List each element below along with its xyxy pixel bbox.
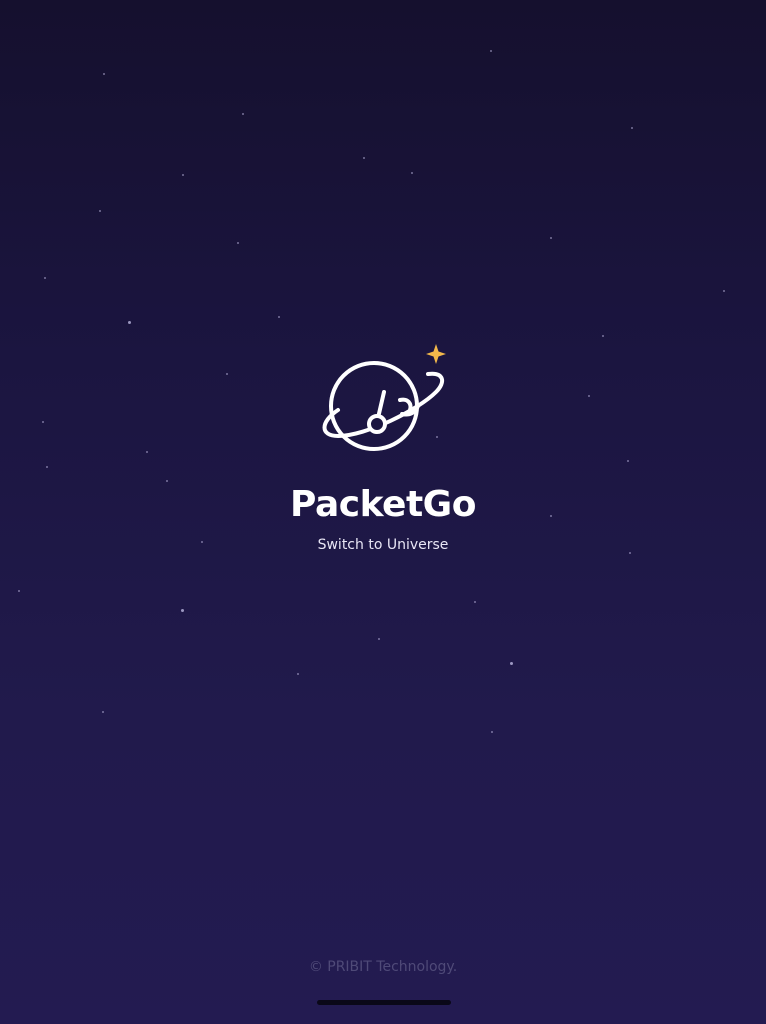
star [42,421,44,423]
star [588,395,590,397]
copyright-text: © PRIBIT Technology. [308,959,458,975]
star [242,113,244,115]
star [411,172,413,174]
star [44,277,46,279]
star [102,711,104,713]
sparkle-star-icon [426,344,446,364]
star [378,638,380,640]
app-title: PacketGo [290,484,476,525]
star [550,237,552,239]
star [237,242,239,244]
star [103,73,105,75]
star [631,127,633,129]
star [510,662,513,665]
home-indicator[interactable] [317,1000,451,1005]
star [99,210,101,212]
planet-with-ring-icon [322,344,446,451]
star [226,373,228,375]
star [363,157,365,159]
star [128,321,131,324]
star [490,50,492,52]
star [46,466,48,468]
star [182,174,184,176]
star [166,480,168,482]
app-tagline: Switch to Universe [317,537,449,553]
star [602,335,604,337]
star [181,609,184,612]
star [146,451,148,453]
app-logo [318,340,450,456]
star [278,316,280,318]
star [297,673,299,675]
star [627,460,629,462]
star [723,290,725,292]
splash-screen: PacketGo Switch to Universe © PRIBIT Tec… [0,0,766,1024]
star [491,731,493,733]
star [474,601,476,603]
star [18,590,20,592]
